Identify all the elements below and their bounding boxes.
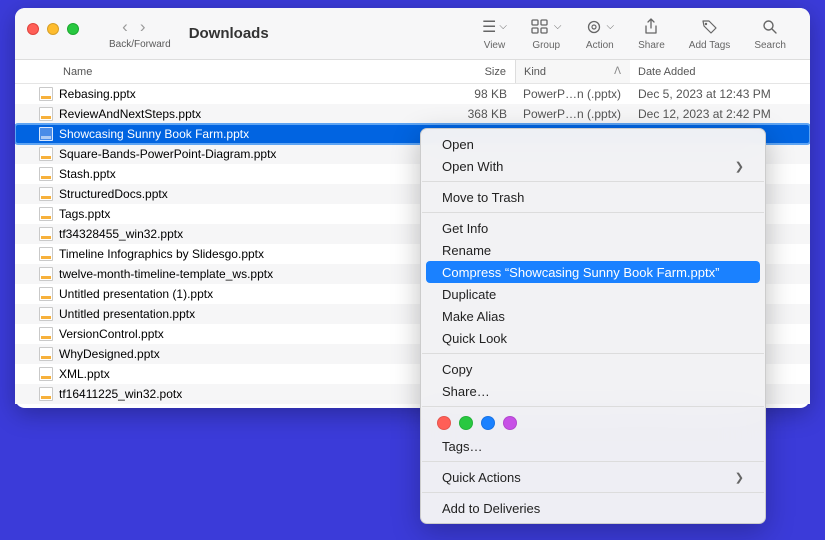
toolbar-action[interactable]: ⌵ Action <box>574 17 627 51</box>
file-icon <box>37 387 55 401</box>
toolbar-tags[interactable]: Add Tags <box>677 17 743 51</box>
context-menu: Open Open With❯ Move to Trash Get Info R… <box>420 128 766 524</box>
menu-rename[interactable]: Rename <box>426 239 760 261</box>
chevron-down-icon: ⌵ <box>554 21 562 32</box>
file-icon <box>37 227 55 241</box>
list-view-icon: ☰ <box>482 17 496 37</box>
menu-open[interactable]: Open <box>426 133 760 155</box>
col-name[interactable]: Name <box>15 60 433 83</box>
file-name: ReviewAndNextSteps.pptx <box>55 107 433 121</box>
file-name: Tags.pptx <box>55 207 433 221</box>
file-name: Rebasing.pptx <box>55 87 433 101</box>
file-name: Stash.pptx <box>55 167 433 181</box>
file-icon <box>37 147 55 161</box>
file-name: Square-Bands-PowerPoint-Diagram.pptx <box>55 147 433 161</box>
file-name: XML.pptx <box>55 367 433 381</box>
separator <box>422 461 764 462</box>
file-kind: PowerP…n (.pptx) <box>515 87 630 101</box>
gear-icon <box>586 19 606 35</box>
menu-open-with[interactable]: Open With❯ <box>426 155 760 177</box>
separator <box>422 181 764 182</box>
tag-color-dot[interactable] <box>437 416 451 430</box>
file-icon <box>37 327 55 341</box>
search-icon <box>762 19 778 35</box>
grid-icon <box>531 19 551 35</box>
tag-color-dot[interactable] <box>459 416 473 430</box>
file-name: Timeline Infographics by Slidesgo.pptx <box>55 247 433 261</box>
file-icon <box>37 187 55 201</box>
file-name: twelve-month-timeline-template_ws.pptx <box>55 267 433 281</box>
separator <box>422 406 764 407</box>
file-icon <box>37 207 55 221</box>
file-name: VersionControl.pptx <box>55 327 433 341</box>
file-icon <box>37 127 55 141</box>
menu-duplicate[interactable]: Duplicate <box>426 283 760 305</box>
file-name: Untitled presentation.pptx <box>55 307 433 321</box>
file-icon <box>37 347 55 361</box>
nav-buttons[interactable]: ‹› Back/Forward <box>109 17 171 50</box>
menu-quick-actions[interactable]: Quick Actions❯ <box>426 466 760 488</box>
tag-color-dot[interactable] <box>481 416 495 430</box>
close-window-button[interactable] <box>27 23 39 35</box>
separator <box>422 492 764 493</box>
chevron-down-icon: ⌵ <box>499 21 507 32</box>
file-size: 98 KB <box>433 87 515 101</box>
file-name: WhyDesigned.pptx <box>55 347 433 361</box>
titlebar: ‹› Back/Forward Downloads ☰ ⌵ View ⌵ Gro… <box>15 8 810 60</box>
file-icon <box>37 307 55 321</box>
toolbar-view[interactable]: ☰ ⌵ View <box>470 17 519 51</box>
chevron-down-icon: ⌵ <box>607 21 615 32</box>
menu-compress[interactable]: Compress “Showcasing Sunny Book Farm.ppt… <box>426 261 760 283</box>
toolbar-search[interactable]: Search <box>742 17 798 51</box>
menu-tags[interactable]: Tags… <box>426 435 760 457</box>
menu-move-to-trash[interactable]: Move to Trash <box>426 186 760 208</box>
sort-asc-icon: ᐱ <box>614 66 621 77</box>
file-icon <box>37 87 55 101</box>
file-row[interactable]: ReviewAndNextSteps.pptx368 KBPowerP…n (.… <box>15 104 810 124</box>
menu-share[interactable]: Share… <box>426 380 760 402</box>
submenu-arrow-icon: ❯ <box>735 471 744 484</box>
col-size[interactable]: Size <box>433 60 515 83</box>
file-icon <box>37 247 55 261</box>
file-kind: PowerP…n (.pptx) <box>515 107 630 121</box>
menu-get-info[interactable]: Get Info <box>426 217 760 239</box>
tag-color-dot[interactable] <box>503 416 517 430</box>
file-name: StructuredDocs.pptx <box>55 187 433 201</box>
share-icon <box>643 18 659 36</box>
file-icon <box>37 167 55 181</box>
submenu-arrow-icon: ❯ <box>735 160 744 173</box>
file-name: tf34328455_win32.pptx <box>55 227 433 241</box>
minimize-window-button[interactable] <box>47 23 59 35</box>
col-date[interactable]: Date Added <box>630 60 810 83</box>
nav-caption: Back/Forward <box>109 39 171 50</box>
forward-icon[interactable]: › <box>140 17 158 36</box>
toolbar-share[interactable]: Share <box>626 17 677 51</box>
column-headers: Name Size Kindᐱ Date Added <box>15 60 810 84</box>
file-name: Untitled presentation (1).pptx <box>55 287 433 301</box>
file-name: Showcasing Sunny Book Farm.pptx <box>55 127 433 141</box>
menu-copy[interactable]: Copy <box>426 358 760 380</box>
back-icon[interactable]: ‹ <box>122 17 140 36</box>
zoom-window-button[interactable] <box>67 23 79 35</box>
menu-quick-look[interactable]: Quick Look <box>426 327 760 349</box>
separator <box>422 212 764 213</box>
window-title: Downloads <box>189 25 269 42</box>
file-icon <box>37 107 55 121</box>
file-icon <box>37 267 55 281</box>
col-kind[interactable]: Kindᐱ <box>515 60 630 83</box>
file-date: Dec 12, 2023 at 2:42 PM <box>630 107 810 121</box>
file-icon <box>37 367 55 381</box>
tag-icon <box>701 19 719 35</box>
menu-tag-colors <box>421 411 765 435</box>
toolbar-group[interactable]: ⌵ Group <box>519 17 574 51</box>
file-icon <box>37 287 55 301</box>
window-controls <box>27 23 79 35</box>
menu-make-alias[interactable]: Make Alias <box>426 305 760 327</box>
file-date: Dec 5, 2023 at 12:43 PM <box>630 87 810 101</box>
file-size: 368 KB <box>433 107 515 121</box>
file-name: tf16411225_win32.potx <box>55 387 433 401</box>
file-row[interactable]: Rebasing.pptx98 KBPowerP…n (.pptx)Dec 5,… <box>15 84 810 104</box>
menu-add-to-deliveries[interactable]: Add to Deliveries <box>426 497 760 519</box>
separator <box>422 353 764 354</box>
